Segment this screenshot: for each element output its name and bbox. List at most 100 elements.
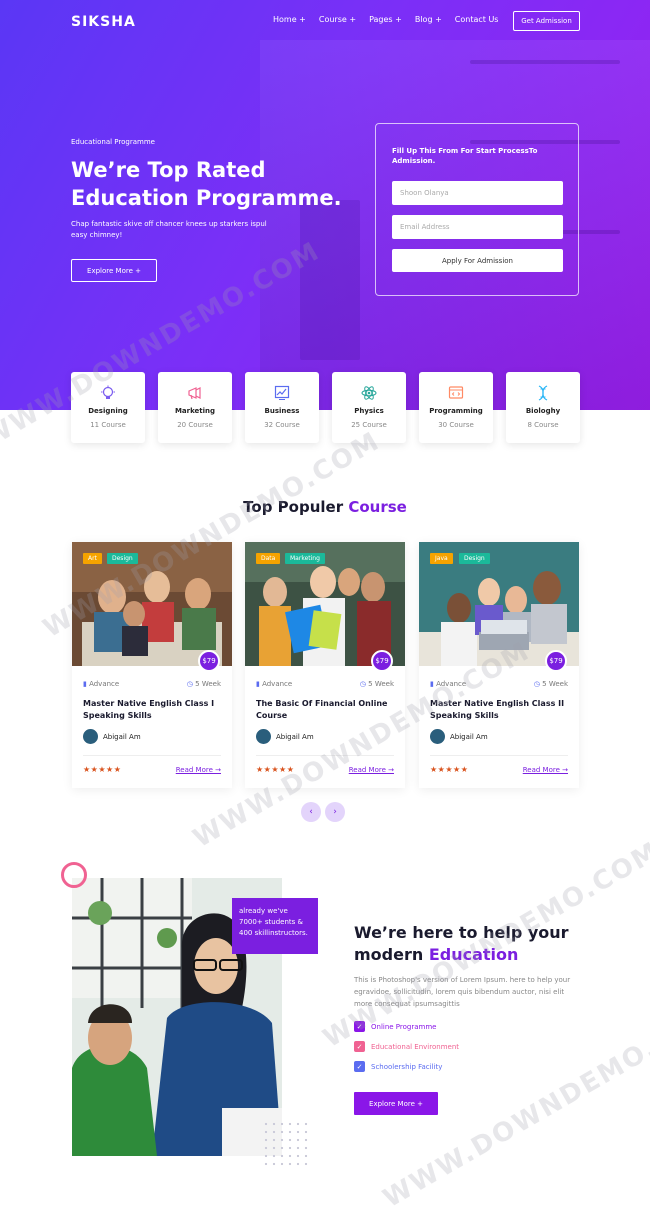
- category-name: Physics: [354, 407, 384, 415]
- course-tag[interactable]: Art: [83, 553, 102, 564]
- check-icon: ✓: [354, 1061, 365, 1072]
- category-count: 30 Course: [438, 421, 474, 429]
- dna-icon: [538, 385, 548, 401]
- course-duration: ◷ 5 Week: [533, 680, 568, 688]
- course-card[interactable]: Art Design $79 ▮ Advance ◷ 5 Week Master…: [72, 542, 232, 788]
- course-tag[interactable]: Design: [107, 553, 138, 564]
- feature-item: ✓ Online Programme: [354, 1021, 436, 1032]
- courses-title-accent: Course: [348, 498, 407, 516]
- feature-item: ✓ Schoolership Facility: [354, 1061, 442, 1072]
- decorative-ring: [61, 862, 87, 888]
- clock-icon: ◷: [359, 680, 369, 688]
- course-title[interactable]: Master Native English Class II Speaking …: [430, 698, 575, 722]
- divider: [83, 755, 221, 756]
- price-badge: $79: [371, 650, 393, 672]
- avatar: [83, 729, 98, 744]
- courses-title-main: Top Populer: [243, 498, 349, 516]
- bulb-icon: [101, 385, 115, 399]
- course-duration: ◷ 5 Week: [359, 680, 394, 688]
- megaphone-icon: [188, 387, 201, 400]
- clock-icon: ◷: [533, 680, 543, 688]
- course-title[interactable]: The Basic Of Financial Online Course: [256, 698, 401, 722]
- form-title: Fill Up This From For Start ProcessTo Ad…: [392, 147, 538, 165]
- rating-stars: ★★★★★: [430, 765, 469, 774]
- category-count: 25 Course: [351, 421, 387, 429]
- category-name: Designing: [88, 407, 128, 415]
- course-card[interactable]: Java Design $79 ▮ Advance ◷ 5 Week Maste…: [419, 542, 579, 788]
- stat-badge: already we've 7000+ students & 400 skill…: [232, 898, 318, 954]
- course-author: Abigail Am: [256, 729, 314, 744]
- course-tag[interactable]: Data: [256, 553, 281, 564]
- feature-label: Educational Environment: [371, 1042, 460, 1051]
- about-title-accent: Education: [428, 945, 519, 964]
- avatar: [430, 729, 445, 744]
- main-nav: Home + Course + Pages + Blog + Contact U…: [273, 15, 511, 24]
- category-count: 8 Course: [527, 421, 559, 429]
- nav-contact[interactable]: Contact Us: [455, 15, 499, 24]
- code-icon: [448, 386, 464, 399]
- feature-label: Online Programme: [371, 1022, 437, 1031]
- clock-icon: ◷: [186, 680, 196, 688]
- category-card[interactable]: Business 32 Course: [245, 372, 319, 443]
- hero-title: We’re Top Rated Education Programme.: [71, 158, 342, 210]
- course-image: Java Design: [419, 542, 579, 666]
- category-name: Marketing: [174, 407, 216, 415]
- course-tag[interactable]: Marketing: [285, 553, 325, 564]
- chart-icon: [274, 385, 290, 400]
- apply-button[interactable]: Apply For Admission: [392, 249, 563, 272]
- category-card[interactable]: Designing 11 Course: [71, 372, 145, 443]
- dot-pattern: [262, 1120, 310, 1168]
- about-explore-button[interactable]: Explore More +: [354, 1092, 438, 1115]
- nav-blog[interactable]: Blog +: [415, 15, 442, 24]
- feature-item: ✓ Educational Environment: [354, 1041, 459, 1052]
- category-count: 11 Course: [90, 421, 126, 429]
- category-name: Programming: [429, 407, 483, 415]
- hero-section: SIKSHA Home + Course + Pages + Blog + Co…: [0, 0, 650, 410]
- name-field[interactable]: [392, 181, 563, 205]
- course-title[interactable]: Master Native English Class I Speaking S…: [83, 698, 228, 722]
- course-image: Art Design: [72, 542, 232, 666]
- nav-home[interactable]: Home +: [273, 15, 306, 24]
- category-count: 20 Course: [177, 421, 213, 429]
- divider: [256, 755, 394, 756]
- divider: [430, 755, 568, 756]
- check-icon: ✓: [354, 1021, 365, 1032]
- rating-stars: ★★★★★: [256, 765, 295, 774]
- category-card[interactable]: Physics 25 Course: [332, 372, 406, 443]
- read-more-link[interactable]: Read More →: [523, 766, 568, 774]
- course-level: ▮ Advance: [430, 680, 467, 688]
- student-silhouette: [300, 200, 360, 360]
- check-icon: ✓: [354, 1041, 365, 1052]
- course-author: Abigail Am: [430, 729, 488, 744]
- hero-eyebrow: Educational Programme: [71, 138, 155, 146]
- about-paragraph: This is Photoshop's version of Lorem Ips…: [354, 976, 571, 1008]
- get-admission-button[interactable]: Get Admission: [513, 11, 580, 31]
- category-card[interactable]: Programming 30 Course: [419, 372, 493, 443]
- next-arrow-button[interactable]: ›: [325, 802, 345, 822]
- shelf-line: [470, 60, 620, 64]
- course-tag[interactable]: Java: [430, 553, 453, 564]
- read-more-link[interactable]: Read More →: [176, 766, 221, 774]
- category-name: Business: [264, 407, 300, 415]
- category-card[interactable]: Biologhy 8 Course: [506, 372, 580, 443]
- site-logo[interactable]: SIKSHA: [71, 14, 136, 30]
- prev-arrow-button[interactable]: ‹: [301, 802, 321, 822]
- category-card[interactable]: Marketing 20 Course: [158, 372, 232, 443]
- avatar: [256, 729, 271, 744]
- nav-course[interactable]: Course +: [319, 15, 356, 24]
- hero-subtitle: Chap fantastic skive off chancer knees u…: [71, 220, 267, 239]
- price-badge: $79: [198, 650, 220, 672]
- course-card[interactable]: Data Marketing $79 ▮ Advance ◷ 5 Week Th…: [245, 542, 405, 788]
- read-more-link[interactable]: Read More →: [349, 766, 394, 774]
- about-title: We’re here to help your modern Education: [354, 922, 594, 966]
- hero-explore-button[interactable]: Explore More +: [71, 259, 157, 282]
- category-count: 32 Course: [264, 421, 300, 429]
- courses-section-title: Top Populer Course: [0, 498, 650, 516]
- course-tag[interactable]: Design: [459, 553, 490, 564]
- rating-stars: ★★★★★: [83, 765, 122, 774]
- category-list: Designing 11 Course Marketing 20 Course …: [71, 372, 581, 444]
- nav-pages[interactable]: Pages +: [369, 15, 402, 24]
- email-field[interactable]: [392, 215, 563, 239]
- admission-form: Fill Up This From For Start ProcessTo Ad…: [375, 123, 579, 296]
- course-level: ▮ Advance: [256, 680, 293, 688]
